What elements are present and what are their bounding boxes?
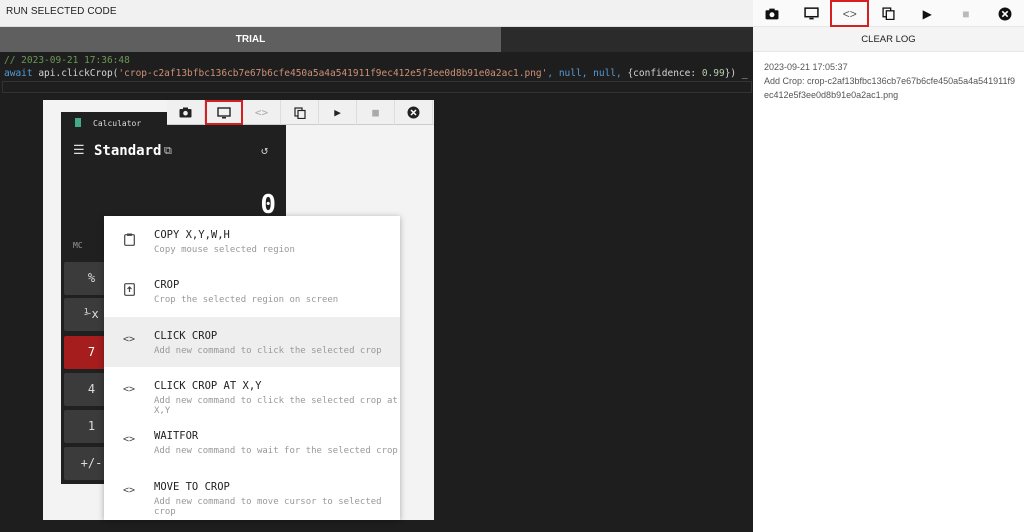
- close-icon[interactable]: [985, 0, 1024, 27]
- menu-item-label: MOVE TO CROP: [154, 481, 230, 493]
- menu-item-desc: Add new command to move cursor to select…: [154, 497, 382, 517]
- confidence-value: 0.99: [701, 68, 725, 79]
- log-output: 2023-09-21 17:05:37 Add Crop: crop-c2af1…: [764, 60, 1016, 102]
- copy-icon[interactable]: [869, 0, 908, 27]
- stop-icon[interactable]: ■: [357, 100, 395, 125]
- calculator-app-icon: [75, 118, 81, 127]
- log-message: Add Crop: crop-c2af13bfbc136cb7e67b6cfe4…: [764, 76, 1016, 100]
- code-editor[interactable]: // 2023-09-21 17:36:48 await api.clickCr…: [0, 52, 753, 532]
- copy-icon[interactable]: [281, 100, 319, 125]
- clipboard-icon: [122, 233, 136, 249]
- top-bar: RUN SELECTED CODE: [0, 0, 753, 27]
- menu-item-click-crop-at-xy[interactable]: <> CLICK CROP AT X,Y Add new command to …: [104, 367, 400, 417]
- play-icon[interactable]: ▶: [908, 0, 947, 27]
- menu-item-desc: Add new command to wait for the selected…: [154, 446, 398, 456]
- log-timestamp: 2023-09-21 17:05:37: [764, 62, 848, 72]
- code-obj-close: }) _: [724, 68, 748, 79]
- menu-item-label: COPY X,Y,W,H: [154, 229, 230, 241]
- memory-clear-button[interactable]: MC: [73, 241, 83, 250]
- tab-trial[interactable]: TRIAL: [0, 27, 501, 52]
- close-icon[interactable]: [395, 100, 433, 125]
- crop-string: 'crop-c2af13bfbc136cb7e67b6cfe450a5a4a54…: [118, 68, 548, 79]
- history-icon[interactable]: ↺: [261, 143, 268, 157]
- current-line-highlight: [2, 81, 752, 93]
- crop-icon: [122, 283, 136, 299]
- camera-icon[interactable]: [753, 0, 792, 27]
- screen-icon[interactable]: [205, 100, 243, 125]
- log-panel: <> ▶ ■ CLEAR LOG 2023-09-21 17:05:37 Add…: [753, 0, 1024, 532]
- await-keyword: await: [4, 68, 33, 79]
- menu-item-copy-xywh[interactable]: COPY X,Y,W,H Copy mouse selected region: [104, 216, 400, 266]
- clear-log-button[interactable]: CLEAR LOG: [753, 27, 1024, 52]
- code-line: await api.clickCrop('crop-c2af13bfbc136c…: [4, 68, 748, 79]
- menu-item-desc: Copy mouse selected region: [154, 245, 295, 255]
- menu-item-label: WAITFOR: [154, 430, 199, 442]
- floating-toolbar: <> ▶ ■: [167, 100, 434, 125]
- context-menu: COPY X,Y,W,H Copy mouse selected region …: [104, 216, 400, 520]
- menu-item-crop[interactable]: CROP Crop the selected region on screen: [104, 266, 400, 316]
- screen-icon[interactable]: [792, 0, 831, 27]
- calculator-mode: Standard: [94, 143, 162, 159]
- menu-item-label: CLICK CROP AT X,Y: [154, 380, 262, 392]
- calculator-title: Calculator: [93, 119, 142, 128]
- code-icon: <>: [122, 384, 136, 395]
- tab-bar: TRIAL: [0, 27, 753, 52]
- menu-item-label: CLICK CROP: [154, 330, 218, 342]
- menu-item-label: CROP: [154, 279, 180, 291]
- run-selected-code-button[interactable]: RUN SELECTED CODE: [6, 6, 117, 17]
- menu-item-click-crop[interactable]: <> CLICK CROP Add new command to click t…: [104, 317, 400, 367]
- camera-icon[interactable]: [167, 100, 205, 125]
- code-icon: <>: [122, 485, 136, 496]
- menu-item-move-to-crop[interactable]: <> MOVE TO CROP Add new command to move …: [104, 468, 400, 518]
- play-icon[interactable]: ▶: [319, 100, 357, 125]
- menu-item-desc: Add new command to click the selected cr…: [154, 346, 382, 356]
- code-obj-open: {confidence:: [627, 68, 702, 79]
- code-call: api.clickCrop(: [32, 68, 119, 79]
- hamburger-menu-icon[interactable]: ☰: [73, 143, 85, 158]
- stop-icon[interactable]: ■: [947, 0, 986, 27]
- tab-empty[interactable]: [501, 27, 753, 52]
- keep-on-top-icon[interactable]: ⧉: [164, 144, 172, 158]
- code-nulls: , null, null,: [547, 68, 628, 79]
- code-icon[interactable]: <>: [243, 100, 281, 125]
- code-icon: <>: [122, 334, 136, 345]
- code-comment: // 2023-09-21 17:36:48: [4, 55, 130, 66]
- menu-item-desc: Add new command to click the selected cr…: [154, 396, 398, 416]
- code-icon[interactable]: <>: [830, 0, 870, 27]
- menu-item-waitfor[interactable]: <> WAITFOR Add new command to wait for t…: [104, 417, 400, 467]
- main-toolbar: <> ▶ ■: [753, 0, 1024, 27]
- menu-item-desc: Crop the selected region on screen: [154, 295, 339, 305]
- code-icon: <>: [122, 434, 136, 445]
